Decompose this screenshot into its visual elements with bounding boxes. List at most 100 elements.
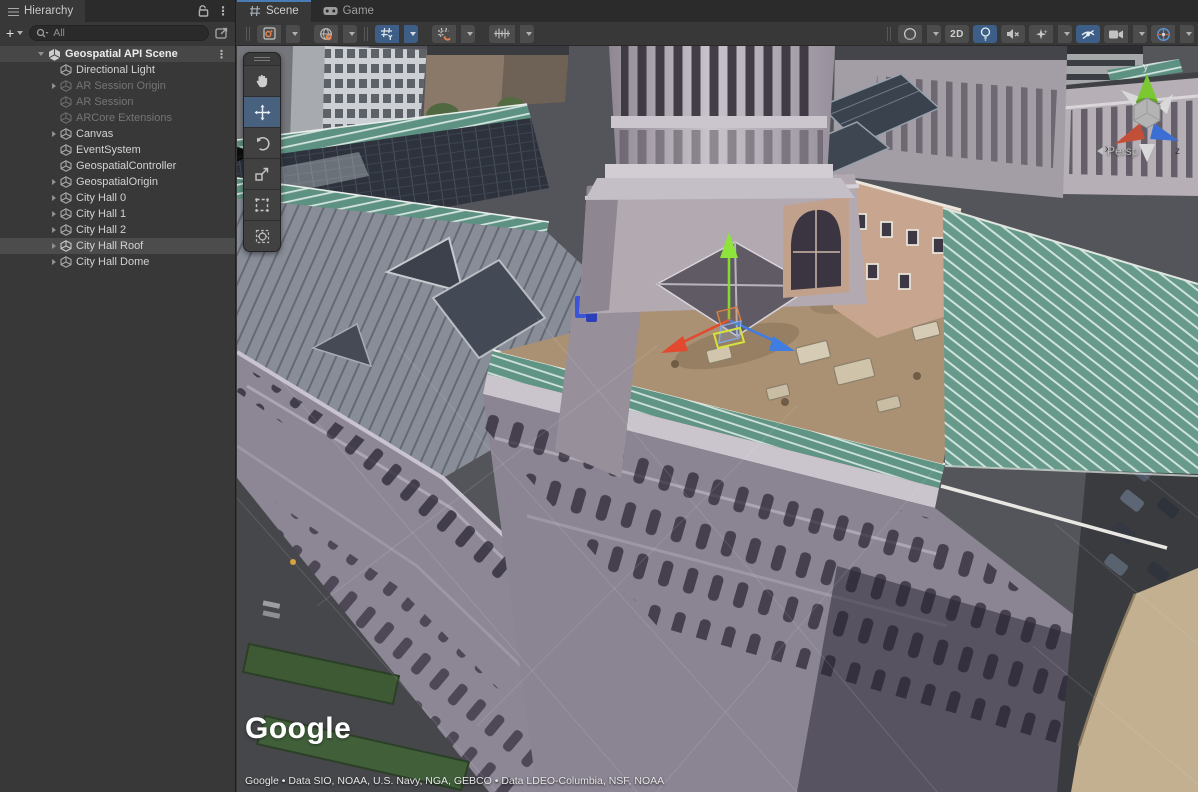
persp-arrow-icon bbox=[1097, 147, 1103, 155]
hierarchy-search-input[interactable]: All bbox=[29, 25, 209, 41]
hierarchy-item-city-hall-roof[interactable]: City Hall Roof bbox=[0, 238, 235, 254]
sceneview-fx-button[interactable] bbox=[314, 25, 338, 43]
hierarchy-scene-row[interactable]: Geospatial API Scene ⋮ bbox=[0, 46, 235, 62]
expand-arrow-icon[interactable] bbox=[52, 83, 56, 89]
move-snap-dropdown[interactable] bbox=[520, 25, 534, 43]
chevron-down-icon bbox=[467, 32, 473, 36]
tab-game[interactable]: Game bbox=[311, 0, 386, 22]
hand-icon bbox=[254, 73, 270, 89]
audio-toggle-button[interactable] bbox=[1001, 25, 1025, 43]
scene-menu-icon[interactable]: ⋮ bbox=[216, 48, 227, 61]
effects-toggle-button[interactable] bbox=[1029, 25, 1053, 43]
hierarchy-item-arcore-extensions[interactable]: ARCore Extensions bbox=[0, 110, 235, 126]
draw-mode-dropdown[interactable] bbox=[286, 25, 300, 43]
gameobject-cube-icon bbox=[60, 80, 72, 92]
search-icon bbox=[36, 28, 49, 39]
toolbar-grip[interactable] bbox=[364, 27, 368, 41]
map-attribution: Google • Data SIO, NOAA, U.S. Navy, NGA,… bbox=[245, 775, 664, 787]
chevron-down-icon bbox=[526, 32, 532, 36]
move-tool[interactable] bbox=[244, 96, 280, 127]
scene-visibility-toggle[interactable] bbox=[1076, 25, 1100, 43]
perspective-label[interactable]: Persp bbox=[1097, 144, 1138, 158]
snap-toggle-dropdown[interactable] bbox=[461, 25, 475, 43]
lightbulb-icon bbox=[980, 27, 991, 41]
overlay-drag-handle[interactable] bbox=[244, 53, 280, 65]
hierarchy-item-eventsystem[interactable]: EventSystem bbox=[0, 142, 235, 158]
hierarchy-item-geospatialcontroller[interactable]: GeospatialController bbox=[0, 158, 235, 174]
move-snap-button[interactable] bbox=[489, 25, 515, 43]
rotate-tool[interactable] bbox=[244, 127, 280, 158]
hierarchy-tree: Geospatial API Scene ⋮ Directional Light… bbox=[0, 44, 235, 270]
2d-toggle-button[interactable]: 2D bbox=[945, 25, 969, 43]
scene-viewport[interactable]: y x z bbox=[237, 46, 1198, 792]
hierarchy-item-ar-session-origin[interactable]: AR Session Origin bbox=[0, 78, 235, 94]
snap-toggle-button[interactable] bbox=[432, 25, 456, 43]
hierarchy-panel: Hierarchy ⋮ + All bbox=[0, 0, 236, 792]
gameobject-cube-icon bbox=[60, 240, 72, 252]
scene-picker-icon[interactable] bbox=[215, 27, 229, 40]
rect-tool-icon bbox=[254, 197, 270, 213]
effects-dropdown[interactable] bbox=[1058, 25, 1072, 43]
lock-icon[interactable] bbox=[198, 5, 209, 17]
axis-label-z: z bbox=[1175, 146, 1180, 157]
scale-icon bbox=[254, 166, 270, 182]
hierarchy-tab[interactable]: Hierarchy bbox=[0, 0, 85, 22]
gameobject-cube-icon bbox=[60, 64, 72, 76]
expand-arrow-icon[interactable] bbox=[52, 179, 56, 185]
expand-arrow-icon[interactable] bbox=[52, 243, 56, 249]
tools-overlay bbox=[243, 52, 281, 252]
hierarchy-item-geospatialorigin[interactable]: GeospatialOrigin bbox=[0, 174, 235, 190]
expand-arrow-icon[interactable] bbox=[52, 131, 56, 137]
rect-tool[interactable] bbox=[244, 189, 280, 220]
snap-magnet-icon bbox=[437, 27, 451, 41]
grid-visibility-dropdown[interactable] bbox=[404, 25, 418, 43]
hierarchy-item-ar-session[interactable]: AR Session bbox=[0, 94, 235, 110]
orientation-overlay-button[interactable] bbox=[1151, 25, 1175, 43]
hierarchy-item-city-hall-2[interactable]: City Hall 2 bbox=[0, 222, 235, 238]
draw-mode-button[interactable] bbox=[257, 25, 281, 43]
tab-scene[interactable]: Scene bbox=[237, 0, 311, 22]
view-hand-tool[interactable] bbox=[244, 65, 280, 96]
lighting-toggle-button[interactable] bbox=[973, 25, 997, 43]
transform-tool[interactable] bbox=[244, 220, 280, 251]
hierarchy-item-city-hall-1[interactable]: City Hall 1 bbox=[0, 206, 235, 222]
chevron-down-icon bbox=[1139, 32, 1145, 36]
camera-view-mode-button[interactable] bbox=[898, 25, 922, 43]
audio-muted-icon bbox=[1006, 28, 1020, 40]
toolbar-grip[interactable] bbox=[887, 27, 891, 41]
gameobject-cube-icon bbox=[60, 208, 72, 220]
scale-tool[interactable] bbox=[244, 158, 280, 189]
chevron-down-icon bbox=[1186, 32, 1192, 36]
search-placeholder: All bbox=[53, 27, 65, 39]
expand-arrow-icon[interactable] bbox=[52, 195, 56, 201]
gameobject-cube-icon bbox=[60, 160, 72, 172]
sceneview-fx-dropdown[interactable] bbox=[343, 25, 357, 43]
expand-arrow-icon[interactable] bbox=[52, 227, 56, 233]
gameobject-cube-icon bbox=[60, 176, 72, 188]
chevron-down-icon bbox=[349, 32, 355, 36]
scene-view-panel: Scene Game bbox=[237, 0, 1198, 792]
panel-menu-icon[interactable]: ⋮ bbox=[217, 5, 229, 17]
camera-overlay-dropdown[interactable] bbox=[1133, 25, 1147, 43]
grid-visibility-toggle[interactable] bbox=[375, 25, 399, 43]
add-object-button[interactable]: + bbox=[6, 26, 23, 40]
scene-toolbar: 2D bbox=[237, 22, 1198, 46]
hierarchy-item-directional-light[interactable]: Directional Light bbox=[0, 62, 235, 78]
toolbar-grip[interactable] bbox=[246, 27, 250, 41]
sphere-icon bbox=[903, 27, 917, 41]
chevron-down-icon bbox=[410, 32, 416, 36]
expand-arrow-icon[interactable] bbox=[52, 211, 56, 217]
chevron-down-icon bbox=[1064, 32, 1070, 36]
hierarchy-item-city-hall-dome[interactable]: City Hall Dome bbox=[0, 254, 235, 270]
eye-hidden-icon bbox=[1080, 28, 1096, 41]
hierarchy-item-canvas[interactable]: Canvas bbox=[0, 126, 235, 142]
grid-axis-icon bbox=[380, 27, 394, 41]
collapse-arrow-icon[interactable] bbox=[38, 52, 44, 56]
hierarchy-item-city-hall-0[interactable]: City Hall 0 bbox=[0, 190, 235, 206]
camera-overlay-button[interactable] bbox=[1104, 25, 1128, 43]
orientation-overlay-dropdown[interactable] bbox=[1180, 25, 1194, 43]
scene-grid-icon bbox=[249, 5, 261, 17]
expand-arrow-icon[interactable] bbox=[52, 259, 56, 265]
chevron-down-icon bbox=[292, 32, 298, 36]
camera-view-mode-dropdown[interactable] bbox=[927, 25, 941, 43]
